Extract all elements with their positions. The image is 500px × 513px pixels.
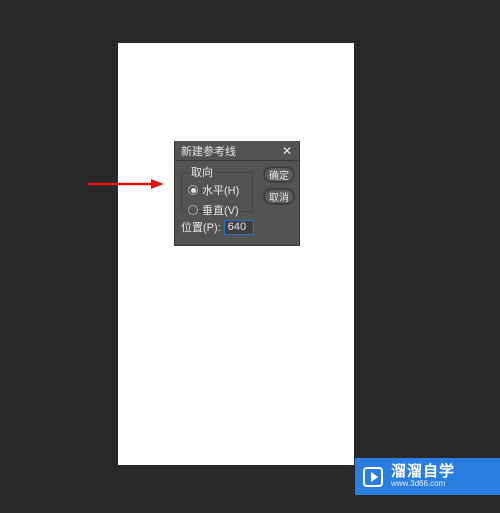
orientation-fieldset: 取向 水平(H) 垂直(V) [181,164,253,212]
close-icon[interactable]: ✕ [279,143,295,159]
position-row: 位置(P): 640 [181,219,254,235]
radio-horizontal[interactable]: 水平(H) [182,180,252,200]
dialog-titlebar[interactable]: 新建参考线 ✕ [175,141,299,161]
cancel-button[interactable]: 取消 [264,189,294,204]
banner-sub-text: www.3d66.com [391,480,455,489]
radio-vertical[interactable]: 垂直(V) [182,200,252,220]
dialog-body: 取向 水平(H) 垂直(V) 确定 取消 位置(P): 640 [175,161,299,246]
new-guide-dialog: 新建参考线 ✕ 取向 水平(H) 垂直(V) 确定 取消 位置(P): 640 [174,141,300,246]
ok-button[interactable]: 确定 [264,167,294,182]
orientation-legend: 取向 [188,164,216,180]
banner-main-text: 溜溜自学 [391,464,455,481]
position-input[interactable]: 640 [224,220,254,235]
dialog-title: 新建参考线 [181,143,236,159]
play-icon [363,467,383,487]
radio-horizontal-label: 水平(H) [202,182,239,198]
position-label: 位置(P): [181,219,221,235]
radio-vertical-label: 垂直(V) [202,202,239,218]
radio-icon [188,205,198,215]
radio-icon [188,185,198,195]
banner-text: 溜溜自学 www.3d66.com [391,464,455,489]
watermark-banner: 溜溜自学 www.3d66.com [355,458,500,495]
canvas-area [118,43,354,465]
